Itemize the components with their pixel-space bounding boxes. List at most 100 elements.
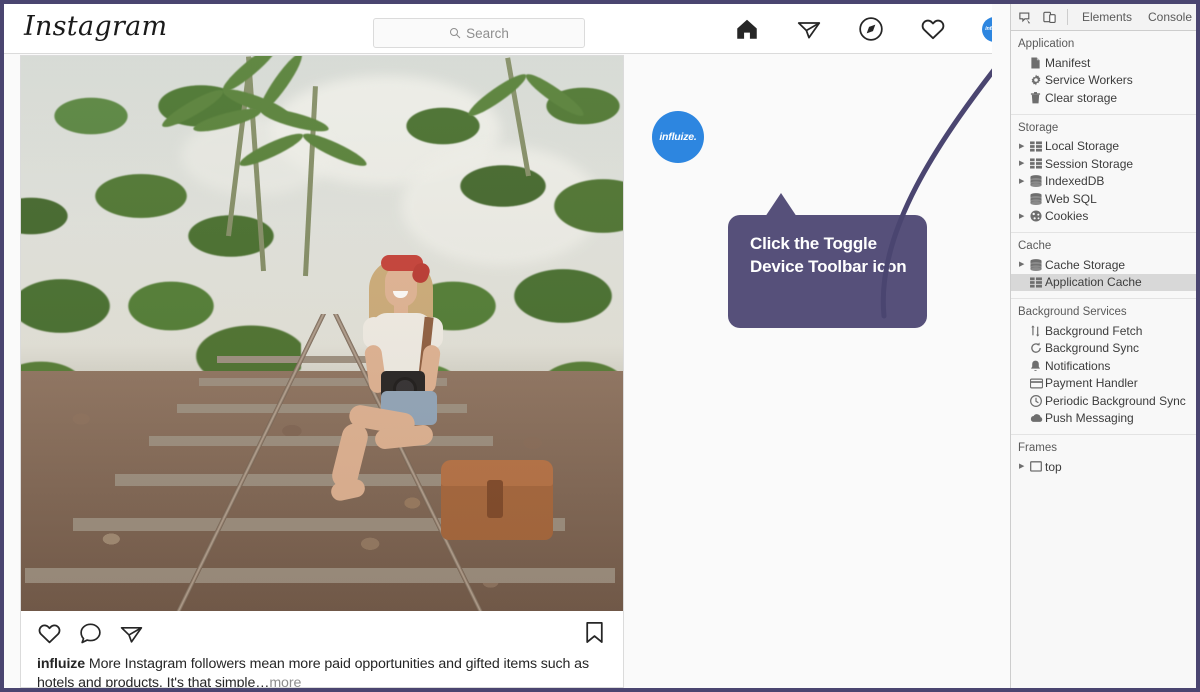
devtools-item-top[interactable]: ▶ top	[1011, 458, 1196, 476]
tab-console[interactable]: Console	[1144, 10, 1196, 24]
feed-post: influize More Instagram followers mean m…	[20, 55, 624, 688]
devtools-item-session-storage[interactable]: ▶ Session Storage	[1011, 155, 1196, 173]
cloud-icon	[1030, 413, 1045, 423]
explore-compass-icon[interactable]	[858, 16, 884, 42]
caption-more-link[interactable]: more	[269, 675, 301, 687]
devtools-group: Cache ▶ Cache Storage Application Cache	[1011, 233, 1196, 299]
devtools-item-background-sync[interactable]: Background Sync	[1011, 340, 1196, 358]
devtools-item-label: Manifest	[1045, 55, 1091, 70]
like-icon[interactable]	[37, 621, 62, 646]
devtools-item-label: Periodic Background Sync	[1045, 393, 1186, 408]
share-icon[interactable]	[119, 621, 144, 646]
devtools-item-label: IndexedDB	[1045, 174, 1105, 189]
expand-triangle-icon[interactable]: ▶	[1019, 261, 1030, 268]
frame-rectangle-icon	[1030, 461, 1045, 472]
post-caption: influize More Instagram followers mean m…	[21, 655, 623, 688]
devtools-panel: Elements Console Application Manifest Serv…	[1010, 4, 1196, 688]
devtools-group: Background Services Background Fetch Backg…	[1011, 299, 1196, 435]
activity-heart-icon[interactable]	[920, 16, 946, 42]
devtools-group-title: Storage	[1018, 121, 1059, 134]
sync-refresh-icon	[1030, 342, 1045, 354]
post-actions	[21, 611, 623, 655]
devtools-item-label: Local Storage	[1045, 139, 1120, 154]
devtools-item-label: Push Messaging	[1045, 411, 1134, 426]
devtools-item-label: Cookies	[1045, 209, 1089, 224]
database-icon	[1030, 175, 1045, 188]
devtools-group: Storage ▶ Local Storage ▶ Session Storage ▶ In…	[1011, 115, 1196, 233]
instagram-logo[interactable]: Instagram	[24, 11, 167, 42]
search-input[interactable]: Search	[373, 18, 585, 48]
expand-triangle-icon[interactable]: ▶	[1019, 213, 1030, 220]
devtools-item-label: Clear storage	[1045, 90, 1118, 105]
database-icon	[1030, 192, 1045, 205]
post-photo	[21, 56, 623, 611]
expand-triangle-icon[interactable]: ▶	[1019, 463, 1030, 470]
photo-tone-overlay	[21, 56, 623, 611]
devtools-group-title: Background Services	[1018, 306, 1127, 318]
search-icon	[450, 28, 461, 39]
database-icon	[1030, 258, 1045, 271]
devtools-item-label: Session Storage	[1045, 156, 1134, 171]
devtools-group: Application Manifest Service Workers Clear …	[1011, 31, 1196, 115]
expand-triangle-icon[interactable]: ▶	[1019, 143, 1030, 150]
toolbar-divider	[1067, 9, 1068, 25]
devtools-group-title: Application	[1018, 38, 1075, 50]
table-grid-icon	[1030, 277, 1045, 288]
devtools-item-clear-storage[interactable]: Clear storage	[1011, 89, 1196, 107]
callout-tail	[765, 193, 797, 217]
trash-icon	[1030, 91, 1045, 104]
devtools-item-push-messaging[interactable]: Push Messaging	[1011, 410, 1196, 428]
browser-window: Instagram Search infl influize. influize…	[0, 0, 1200, 692]
devtools-item-periodic-background-sync[interactable]: Periodic Background Sync	[1011, 392, 1196, 410]
table-grid-icon	[1030, 158, 1045, 169]
devtools-group: Frames ▶ top	[1011, 435, 1196, 483]
gear-icon	[1030, 74, 1045, 86]
credit-card-icon	[1030, 378, 1045, 389]
devtools-item-indexeddb[interactable]: ▶ IndexedDB	[1011, 173, 1196, 191]
devtools-sidebar-tree: Application Manifest Service Workers Clear …	[1011, 31, 1196, 688]
caption-text: More Instagram followers mean more paid …	[37, 656, 589, 688]
expand-triangle-icon[interactable]: ▶	[1019, 178, 1030, 185]
devtools-item-payment-handler[interactable]: Payment Handler	[1011, 375, 1196, 393]
devtools-group-title: Frames	[1018, 442, 1057, 454]
inspect-element-icon[interactable]	[1017, 8, 1033, 26]
devtools-item-application-cache[interactable]: Application Cache	[1011, 273, 1196, 291]
up-down-arrows-icon	[1030, 325, 1045, 337]
profile-avatar[interactable]: influize.	[982, 16, 992, 42]
devtools-item-label: Application Cache	[1045, 275, 1142, 290]
devtools-item-background-fetch[interactable]: Background Fetch	[1011, 322, 1196, 340]
devtools-item-manifest[interactable]: Manifest	[1011, 54, 1196, 72]
devtools-item-web-sql[interactable]: Web SQL	[1011, 190, 1196, 208]
devtools-toolbar: Elements Console	[1011, 4, 1196, 31]
devtools-item-notifications[interactable]: Notifications	[1011, 357, 1196, 375]
instagram-nav: influize.	[734, 16, 992, 42]
direct-message-icon[interactable]	[796, 16, 822, 42]
devtools-group-title: Cache	[1018, 240, 1052, 252]
table-grid-icon	[1030, 141, 1045, 152]
story-avatar-label: influize.	[659, 131, 697, 143]
instagram-page: Instagram Search infl influize. influize…	[4, 4, 992, 688]
devtools-item-label: Payment Handler	[1045, 376, 1138, 391]
devtools-item-local-storage[interactable]: ▶ Local Storage	[1011, 138, 1196, 156]
avatar-label: influize.	[985, 26, 992, 32]
devtools-item-label: Service Workers	[1045, 73, 1133, 88]
tab-elements[interactable]: Elements	[1078, 10, 1136, 24]
devtools-item-cache-storage[interactable]: ▶ Cache Storage	[1011, 256, 1196, 274]
devtools-item-label: Background Sync	[1045, 341, 1140, 356]
bell-icon	[1030, 360, 1045, 372]
comment-icon[interactable]	[78, 621, 103, 646]
cookie-icon	[1030, 210, 1045, 222]
caption-username[interactable]: influize	[37, 656, 85, 672]
home-icon[interactable]	[734, 16, 760, 42]
expand-triangle-icon[interactable]: ▶	[1019, 160, 1030, 167]
devtools-item-label: Notifications	[1045, 358, 1111, 373]
callout-bubble: Click the Toggle Device Toolbar icon	[728, 215, 927, 328]
story-avatar[interactable]: influize.	[652, 111, 704, 163]
devtools-item-service-workers[interactable]: Service Workers	[1011, 72, 1196, 90]
manifest-document-icon	[1030, 57, 1045, 69]
devtools-item-cookies[interactable]: ▶ Cookies	[1011, 208, 1196, 226]
bookmark-icon[interactable]	[582, 620, 607, 645]
devtools-item-label: Cache Storage	[1045, 257, 1126, 272]
search-placeholder: Search	[466, 25, 509, 41]
toggle-device-toolbar-icon[interactable]	[1041, 8, 1057, 26]
